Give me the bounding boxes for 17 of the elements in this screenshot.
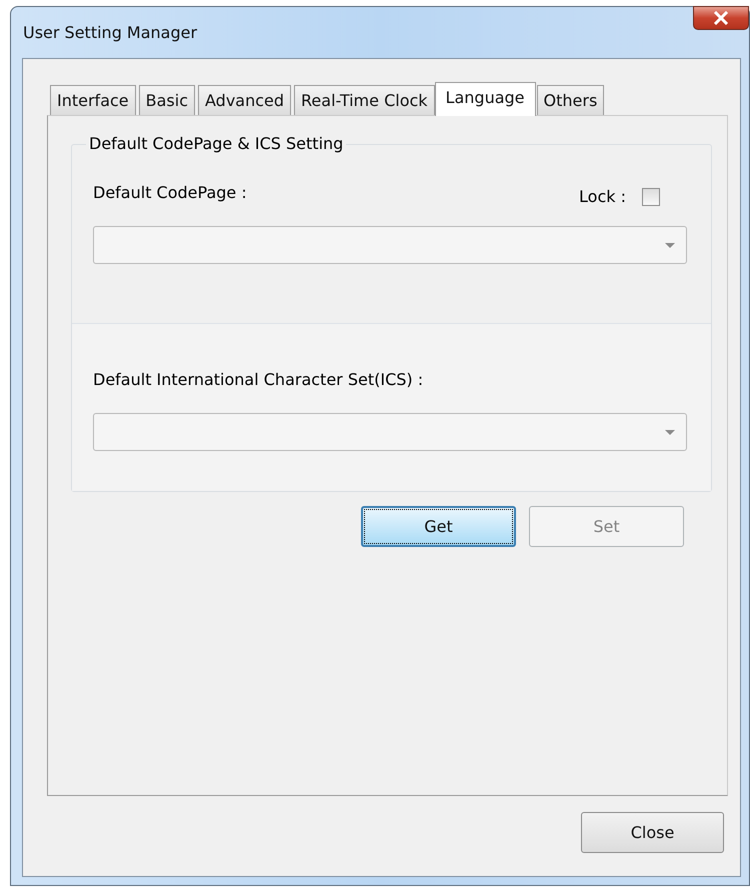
ics-label: Default International Character Set(ICS) : [93, 369, 424, 391]
tab[interactable]: Language [434, 82, 536, 116]
lock-checkbox[interactable] [642, 188, 660, 206]
tab[interactable]: Basic [138, 85, 195, 115]
lock-label: Lock : [579, 186, 626, 208]
close-icon [713, 11, 729, 25]
window-title: User Setting Manager [23, 22, 198, 44]
tab[interactable]: Interface [50, 85, 136, 115]
action-button[interactable]: Get [361, 506, 516, 547]
codepage-label: Default CodePage : [93, 182, 247, 204]
dropdown-arrow-icon [664, 428, 676, 436]
tab[interactable]: Real-Time Clock [294, 85, 435, 115]
close-window-button[interactable] [693, 6, 749, 30]
tab[interactable]: Advanced [198, 85, 292, 115]
tab[interactable]: Others [536, 85, 604, 115]
close-button[interactable]: Close [581, 812, 724, 853]
dropdown-arrow-icon [664, 242, 676, 248]
